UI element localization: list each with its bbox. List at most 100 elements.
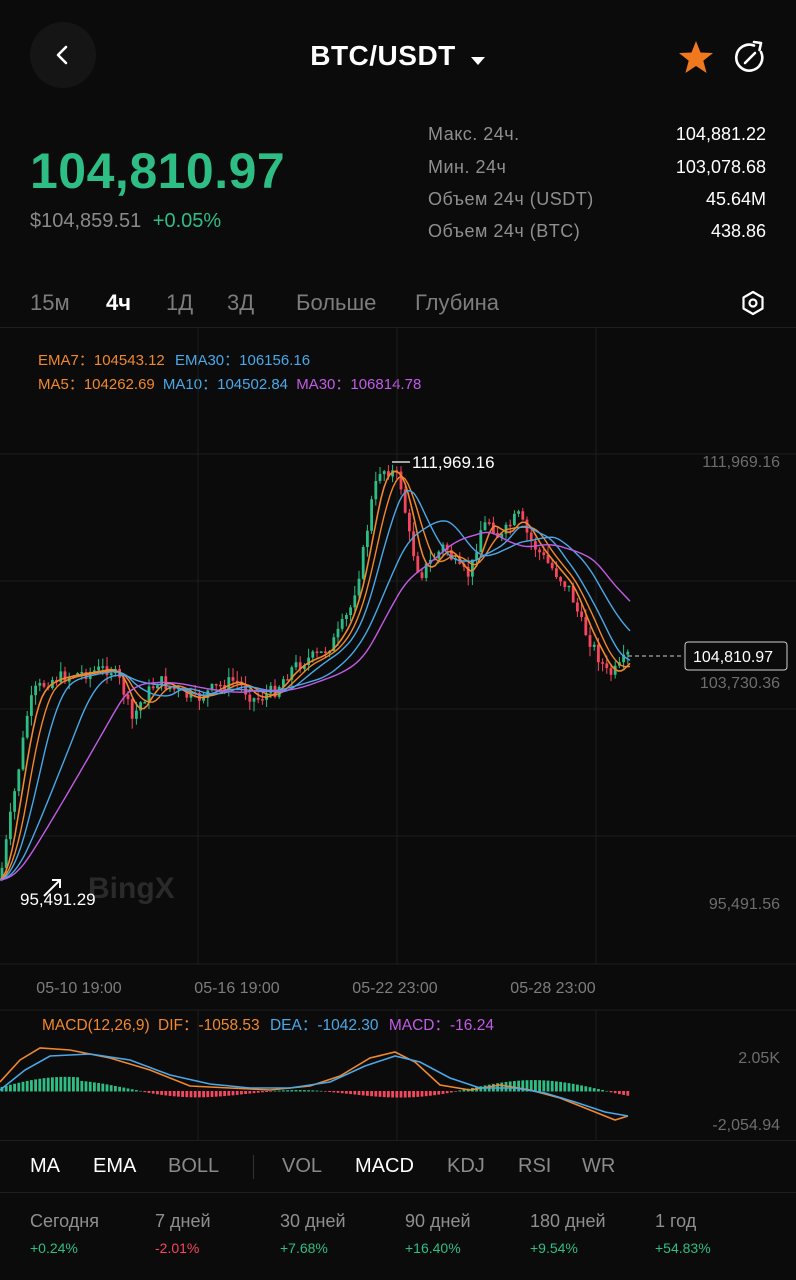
- macd-bar: [403, 1091, 407, 1098]
- candle-body: [475, 552, 478, 560]
- macd-bar: [416, 1091, 420, 1097]
- macd-bar: [433, 1091, 436, 1096]
- candle-body: [143, 702, 147, 704]
- candle-body: [555, 568, 558, 578]
- macd-bar: [513, 1081, 516, 1092]
- candle-body: [513, 513, 516, 526]
- macd-bar: [618, 1091, 621, 1095]
- candle-body: [256, 698, 260, 700]
- macd-bar: [412, 1091, 415, 1098]
- indicator-tab-rsi[interactable]: RSI: [518, 1155, 551, 1178]
- macd-bar: [340, 1091, 344, 1094]
- macd-bar: [160, 1091, 163, 1095]
- macd-axis-bottom: -2,054.94: [712, 1117, 780, 1134]
- candle-body: [382, 471, 386, 475]
- macd-bar: [605, 1090, 609, 1092]
- perf-label-1y: 1 год: [655, 1211, 697, 1231]
- macd-bar: [189, 1091, 193, 1098]
- candle-body: [563, 581, 567, 588]
- macd-bar: [231, 1091, 235, 1096]
- macd-bar: [105, 1084, 109, 1092]
- indicator-tab-wr[interactable]: WR: [582, 1155, 615, 1178]
- macd-bar: [126, 1088, 130, 1092]
- macd-dea: DEA：-1042.30: [270, 1017, 379, 1034]
- x-label-4: 05-28 23:00: [510, 980, 596, 997]
- ema7-line: [0, 475, 631, 881]
- candle-body: [408, 512, 411, 532]
- axis-label-top: 111,969.16: [702, 454, 780, 471]
- macd-bar: [143, 1091, 147, 1093]
- candle-body: [471, 559, 474, 577]
- macd-bar: [80, 1080, 84, 1092]
- macd-bar: [261, 1091, 264, 1093]
- macd-bar: [51, 1077, 54, 1092]
- candle-body: [609, 668, 613, 675]
- candlestick-chart[interactable]: BingX 111,969.16 95,491.29 104,810.97 11…: [0, 0, 796, 1280]
- macd-bar: [345, 1091, 348, 1094]
- macd-bar: [580, 1085, 583, 1092]
- candle-body: [559, 577, 562, 582]
- candle-body: [151, 686, 155, 689]
- macd-dif: DIF：-1058.53: [158, 1017, 260, 1034]
- candle-body: [252, 698, 256, 702]
- macd-bar: [437, 1091, 441, 1095]
- perf-label-90d: 90 дней: [405, 1211, 471, 1231]
- macd-bar: [441, 1091, 445, 1094]
- macd-value: MACD：-16.24: [389, 1017, 494, 1034]
- candle-body: [324, 651, 327, 653]
- macd-bar: [458, 1090, 462, 1092]
- macd-bar: [538, 1080, 541, 1092]
- candle-body: [248, 694, 252, 702]
- candle-body: [588, 635, 592, 647]
- macd-bar: [282, 1090, 285, 1092]
- macd-bar: [374, 1091, 378, 1097]
- candle-body: [508, 524, 512, 527]
- macd-bar: [336, 1091, 340, 1093]
- candle-body: [135, 710, 138, 719]
- axis-label-mid: 103,730.36: [700, 675, 780, 692]
- macd-bar: [185, 1091, 189, 1098]
- candle-body: [538, 549, 541, 553]
- macd-bar: [576, 1084, 579, 1092]
- macd-bar: [450, 1091, 453, 1093]
- macd-bar: [424, 1091, 428, 1097]
- candle-body: [357, 578, 361, 596]
- indicator-tab-ema[interactable]: EMA: [93, 1155, 136, 1178]
- macd-bar: [332, 1091, 336, 1093]
- macd-bar: [563, 1082, 567, 1092]
- macd-axis-top: 2.05K: [738, 1050, 780, 1067]
- macd-bar: [391, 1091, 394, 1098]
- macd-bar: [311, 1090, 315, 1092]
- perf-value-30d: +7.68%: [280, 1240, 328, 1256]
- indicator-tab-vol[interactable]: VOL: [282, 1155, 322, 1178]
- candle-body: [584, 617, 588, 636]
- macd-bar: [382, 1091, 386, 1098]
- macd-bar: [349, 1091, 352, 1095]
- indicator-tab-boll[interactable]: BOLL: [168, 1155, 219, 1178]
- indicator-tab-kdj[interactable]: KDJ: [447, 1155, 485, 1178]
- macd-bar: [109, 1085, 113, 1092]
- macd-bar: [429, 1091, 432, 1096]
- candle-body: [202, 697, 205, 701]
- macd-bar: [13, 1083, 16, 1092]
- macd-bar: [202, 1091, 205, 1098]
- macd-bar: [445, 1091, 449, 1094]
- candle-body: [25, 715, 29, 738]
- macd-bar: [55, 1077, 58, 1092]
- indicator-tab-macd[interactable]: MACD: [355, 1155, 414, 1178]
- macd-bar: [101, 1083, 105, 1092]
- perf-value-today: +0.24%: [30, 1240, 78, 1256]
- high-marker-label: 111,969.16: [412, 453, 495, 472]
- indicator-tab-ma[interactable]: MA: [30, 1155, 60, 1178]
- candle-body: [38, 682, 42, 686]
- macd-bar: [546, 1080, 550, 1092]
- macd-bar: [38, 1078, 42, 1092]
- macd-bar: [76, 1077, 79, 1092]
- candle-body: [126, 694, 130, 700]
- macd-bar: [42, 1078, 46, 1092]
- moving-average-lines: [0, 470, 631, 881]
- macd-bar: [223, 1091, 226, 1097]
- macd-legend: MACD(12,26,9) DIF：-1058.53 DEA：-1042.30 …: [42, 1017, 494, 1034]
- tab-separator: [253, 1155, 254, 1179]
- macd-bar: [21, 1081, 25, 1092]
